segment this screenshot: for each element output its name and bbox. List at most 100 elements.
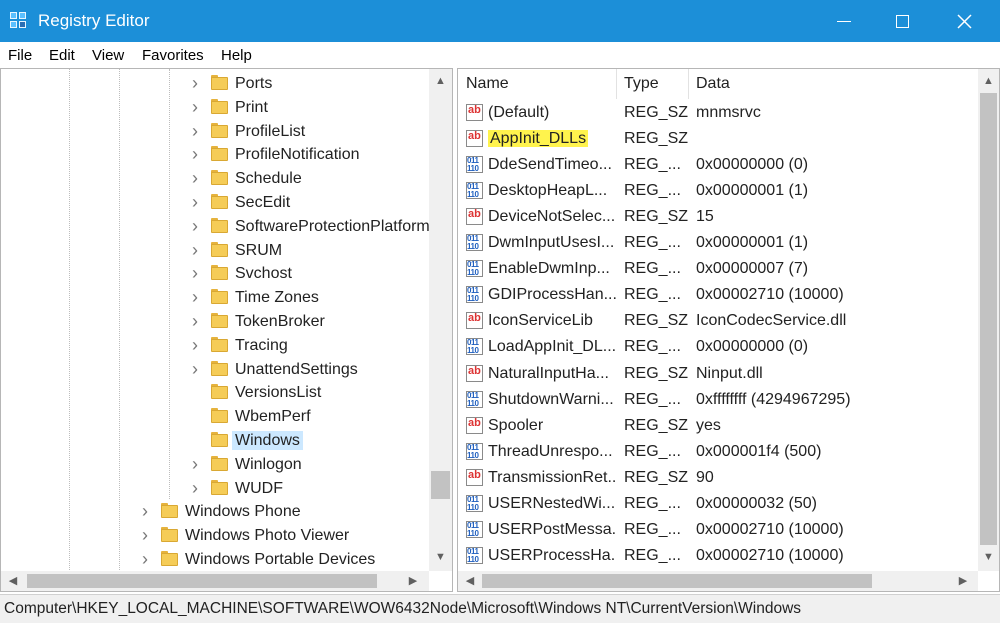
chevron-right-icon[interactable]: › bbox=[189, 455, 201, 473]
minimize-icon bbox=[837, 20, 851, 22]
values-list[interactable]: Name Type Data (Default) REG_SZ mnmsrvc App… bbox=[457, 68, 1000, 592]
chevron-right-icon[interactable]: › bbox=[139, 526, 151, 544]
value-row[interactable]: ShutdownWarni... REG_... 0xffffffff (42949… bbox=[458, 387, 980, 413]
tree-item[interactable]: Windows bbox=[1, 429, 428, 452]
tree-item[interactable]: › Print bbox=[1, 96, 428, 119]
tree-item[interactable]: › Winlogon bbox=[1, 453, 428, 476]
value-row[interactable]: NaturalInputHa... REG_SZ Ninput.dll bbox=[458, 361, 980, 387]
tree-item[interactable]: › SecEdit bbox=[1, 191, 428, 214]
tree-item[interactable]: › Time Zones bbox=[1, 286, 428, 309]
tree-item[interactable]: › Windows Phone bbox=[1, 500, 428, 523]
value-row[interactable]: EnableDwmInp... REG_... 0x00000007 (7) bbox=[458, 256, 980, 282]
chevron-right-icon[interactable]: › bbox=[189, 122, 201, 140]
value-data: IconCodecService.dll bbox=[696, 312, 847, 330]
tree-hscroll-thumb[interactable] bbox=[27, 574, 377, 588]
list-vertical-scrollbar[interactable]: ▲ ▼ bbox=[978, 69, 999, 571]
chevron-right-icon[interactable]: › bbox=[139, 502, 151, 520]
title-bar[interactable]: Registry Editor bbox=[0, 0, 1000, 42]
tree-item[interactable]: WbemPerf bbox=[1, 405, 428, 428]
chevron-right-icon[interactable]: › bbox=[189, 74, 201, 92]
scroll-right-icon[interactable]: ▶ bbox=[407, 575, 419, 587]
value-row[interactable]: TransmissionRet... REG_SZ 90 bbox=[458, 465, 980, 491]
value-row[interactable]: USERProcessHa... REG_... 0x00002710 (10000… bbox=[458, 543, 980, 569]
value-row[interactable]: USERPostMessa... REG_... 0x00002710 (10000… bbox=[458, 517, 980, 543]
menu-view[interactable]: View bbox=[92, 47, 124, 64]
chevron-right-icon[interactable]: › bbox=[189, 360, 201, 378]
chevron-right-icon[interactable]: › bbox=[189, 264, 201, 282]
maximize-button[interactable] bbox=[873, 0, 931, 42]
scroll-up-icon[interactable]: ▲ bbox=[982, 75, 995, 87]
tree-item[interactable]: › ProfileList bbox=[1, 120, 428, 143]
tree-item-label: SoftwareProtectionPlatform bbox=[235, 217, 430, 235]
chevron-right-icon[interactable]: › bbox=[189, 479, 201, 497]
value-name-text: Spooler bbox=[488, 416, 544, 434]
chevron-right-icon[interactable]: › bbox=[189, 312, 201, 330]
scroll-down-icon[interactable]: ▼ bbox=[434, 551, 447, 563]
string-value-icon bbox=[466, 468, 483, 486]
value-row[interactable]: ThreadUnrespo... REG_... 0x000001f4 (500) bbox=[458, 439, 980, 465]
folder-icon bbox=[161, 551, 178, 566]
value-name-text: (Default) bbox=[488, 104, 550, 121]
chevron-right-icon[interactable]: › bbox=[189, 169, 201, 187]
value-row[interactable]: LoadAppInit_DL... REG_... 0x00000000 (0) bbox=[458, 334, 980, 360]
value-row[interactable]: IconServiceLib REG_SZ IconCodecService.dll bbox=[458, 308, 980, 334]
value-row[interactable]: GDIProcessHan... REG_... 0x00002710 (10000… bbox=[458, 282, 980, 308]
tree-item[interactable]: › Tracing bbox=[1, 334, 428, 357]
value-row[interactable]: USERNestedWi... REG_... 0x00000032 (50) bbox=[458, 491, 980, 517]
folder-icon bbox=[211, 313, 228, 328]
value-data: Ninput.dll bbox=[696, 364, 763, 382]
registry-tree[interactable]: › Ports › Print › ProfileList › ProfileNotifica… bbox=[0, 68, 453, 592]
list-scroll-thumb[interactable] bbox=[980, 93, 997, 545]
tree-item[interactable]: › ProfileNotification bbox=[1, 143, 428, 166]
value-row[interactable]: Spooler REG_SZ yes bbox=[458, 413, 980, 439]
menu-help[interactable]: Help bbox=[221, 47, 252, 64]
tree-vertical-scrollbar[interactable]: ▲ ▼ bbox=[429, 69, 452, 571]
tree-item[interactable]: › WUDF bbox=[1, 477, 428, 500]
value-row[interactable]: AppInit_DLLs REG_SZ bbox=[458, 126, 980, 152]
scroll-left-icon[interactable]: ◀ bbox=[464, 575, 476, 587]
chevron-right-icon[interactable]: › bbox=[189, 98, 201, 116]
scroll-down-icon[interactable]: ▼ bbox=[982, 551, 995, 563]
value-row[interactable]: DwmInputUsesI... REG_... 0x00000001 (1) bbox=[458, 230, 980, 256]
tree-item[interactable]: › Svchost bbox=[1, 262, 428, 285]
chevron-right-icon[interactable]: › bbox=[189, 217, 201, 235]
tree-item[interactable]: › TokenBroker bbox=[1, 310, 428, 333]
chevron-right-icon[interactable]: › bbox=[139, 550, 151, 568]
chevron-right-icon[interactable]: › bbox=[189, 145, 201, 163]
value-name-text: TransmissionRet... bbox=[488, 468, 616, 486]
tree-item[interactable]: › Windows Photo Viewer bbox=[1, 524, 428, 547]
tree-item[interactable]: › SRUM bbox=[1, 239, 428, 262]
scroll-right-icon[interactable]: ▶ bbox=[957, 575, 969, 587]
tree-item[interactable]: › SoftwareProtectionPlatform bbox=[1, 215, 430, 238]
chevron-right-icon[interactable]: › bbox=[189, 241, 201, 259]
string-value-icon bbox=[466, 364, 483, 382]
value-row[interactable]: (Default) REG_SZ mnmsrvc bbox=[458, 100, 980, 126]
list-horizontal-scrollbar[interactable]: ◀ ▶ bbox=[458, 571, 978, 591]
value-row[interactable]: DesktopHeapL... REG_... 0x00000001 (1) bbox=[458, 178, 980, 204]
value-row[interactable]: DeviceNotSelec... REG_SZ 15 bbox=[458, 204, 980, 230]
tree-item[interactable]: › UnattendSettings bbox=[1, 358, 428, 381]
menu-favorites[interactable]: Favorites bbox=[142, 47, 204, 64]
close-button[interactable] bbox=[935, 0, 993, 42]
scroll-left-icon[interactable]: ◀ bbox=[7, 575, 19, 587]
chevron-right-icon[interactable]: › bbox=[189, 336, 201, 354]
minimize-button[interactable] bbox=[815, 0, 873, 42]
menu-file[interactable]: File bbox=[8, 47, 32, 64]
chevron-right-icon[interactable]: › bbox=[189, 288, 201, 306]
column-header-data[interactable]: Data bbox=[688, 69, 978, 99]
tree-scroll-thumb[interactable] bbox=[431, 471, 450, 499]
menu-edit[interactable]: Edit bbox=[49, 47, 75, 64]
list-hscroll-thumb[interactable] bbox=[482, 574, 872, 588]
value-row[interactable]: DdeSendTimeo... REG_... 0x00000000 (0) bbox=[458, 152, 980, 178]
tree-horizontal-scrollbar[interactable]: ◀ ▶ bbox=[1, 571, 429, 591]
column-header-type[interactable]: Type bbox=[616, 69, 688, 99]
column-header-name[interactable]: Name bbox=[458, 69, 616, 99]
value-name: USERProcessHa... bbox=[488, 546, 616, 566]
tree-item[interactable]: › Schedule bbox=[1, 167, 428, 190]
tree-item[interactable]: VersionsList bbox=[1, 381, 428, 404]
chevron-right-icon[interactable]: › bbox=[189, 193, 201, 211]
tree-item[interactable]: › Ports bbox=[1, 72, 428, 95]
folder-icon bbox=[211, 432, 228, 447]
scroll-up-icon[interactable]: ▲ bbox=[434, 75, 447, 87]
tree-item[interactable]: › Windows Portable Devices bbox=[1, 548, 428, 571]
